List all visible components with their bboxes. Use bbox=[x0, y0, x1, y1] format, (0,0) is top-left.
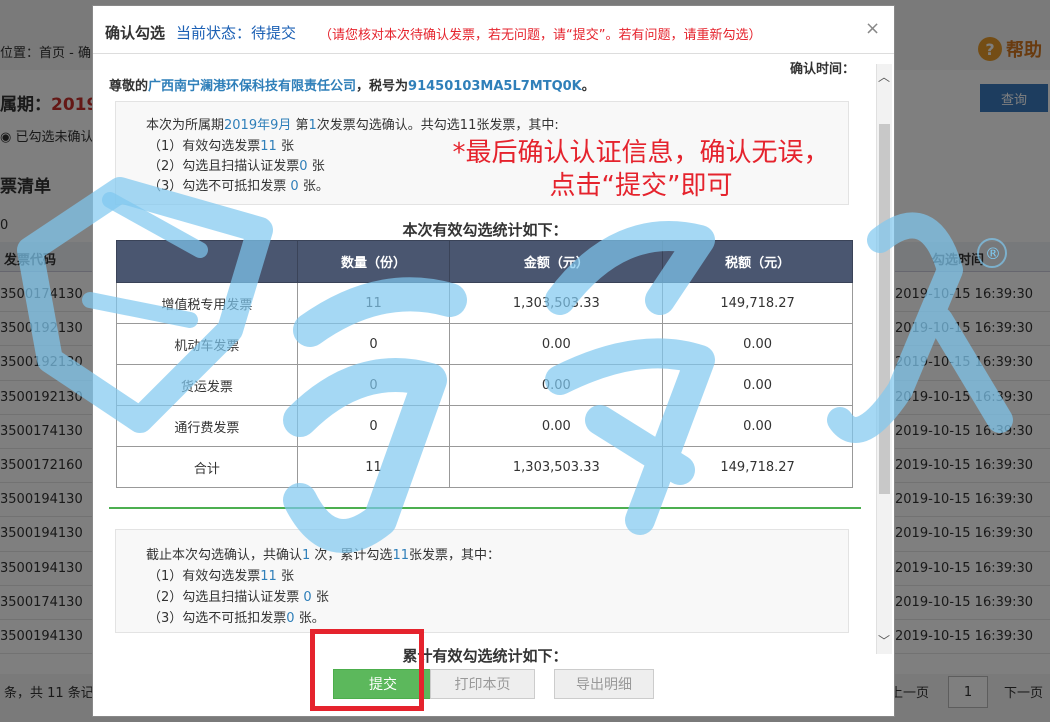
company-name: 广西南宁澜港环保科技有限责任公司 bbox=[148, 79, 357, 94]
dialog-header: 确认勾选 当前状态：待提交 （请您核对本次待确认发票，若无问题，请“提交”。若有… bbox=[93, 6, 894, 54]
text: （3）勾选不可抵扣发票 bbox=[148, 179, 291, 194]
dialog-hint: （请您核对本次待确认发票，若无问题，请“提交”。若有问题，请重新勾选） bbox=[319, 28, 762, 43]
text: （2）勾选且扫描认证发票 bbox=[148, 159, 300, 174]
table-row: 货运发票 0 0.00 0.00 bbox=[116, 364, 853, 406]
table-row: 合计 11 1,303,503.33 149,718.27 bbox=[116, 446, 853, 488]
table-cell: 0.00 bbox=[662, 405, 853, 447]
table-row: 机动车发票 0 0.00 0.00 bbox=[116, 323, 853, 365]
table-row: 增值税专用发票 11 1,303,503.33 149,718.27 bbox=[116, 282, 853, 324]
greeting-mid: ，税号为 bbox=[356, 79, 409, 94]
count: 1 bbox=[308, 118, 317, 133]
table-cell: 149,718.27 bbox=[662, 446, 853, 488]
count: 0 bbox=[303, 590, 312, 605]
cumulative-summary-box: 截止本次勾选确认，共确认1 次，累计勾选11张发票，其中： （1）有效勾选发票1… bbox=[115, 529, 849, 633]
export-button[interactable]: 导出明细 bbox=[554, 669, 654, 699]
dialog-body[interactable]: 确认时间： 尊敬的广西南宁澜港环保科技有限责任公司，税号为91450103MA5… bbox=[93, 55, 877, 665]
tax-number: 91450103MA5L7MTQ0K bbox=[408, 79, 582, 94]
current-item-2: （2）勾选且扫描认证发票0 张 bbox=[148, 155, 325, 174]
cumulative-item-2: （2）勾选且扫描认证发票 0 张 bbox=[148, 586, 329, 605]
cumulative-item-3: （3）勾选不可抵扣发票0 张。 bbox=[148, 607, 325, 626]
text: 本次为所属期 bbox=[146, 118, 225, 133]
text: 截止本次勾选确认，共确认 bbox=[146, 548, 303, 563]
summary-table-header: 数量（份） 金额（元） 税额（元） bbox=[116, 240, 853, 283]
text: 张 bbox=[311, 590, 329, 605]
highlight-box bbox=[310, 629, 424, 711]
text: 张。 bbox=[294, 611, 325, 626]
greeting-end: 。 bbox=[581, 79, 595, 94]
table-cell: 增值税专用发票 bbox=[116, 282, 298, 324]
table-row: 通行费发票 0 0.00 0.00 bbox=[116, 405, 853, 447]
text: （2）勾选且扫描认证发票 bbox=[148, 590, 304, 605]
count: 11 bbox=[392, 548, 409, 563]
text: （1）有效勾选发票 bbox=[148, 139, 261, 154]
current-summary-line: 本次为所属期2019年9月 第1次发票勾选确认。共勾选11张发票，其中: bbox=[146, 114, 559, 133]
text: 次发票勾选确认。共勾选11张发票，其中: bbox=[316, 118, 559, 133]
count: 11 bbox=[260, 139, 277, 154]
text: 张发票，其中： bbox=[408, 548, 500, 563]
text: （3）勾选不可抵扣发票 bbox=[148, 611, 287, 626]
table-cell: 11 bbox=[296, 446, 451, 488]
print-button[interactable]: 打印本页 bbox=[430, 669, 535, 699]
col-amount: 金额（元） bbox=[449, 240, 664, 283]
col-count: 数量（份） bbox=[296, 240, 451, 283]
table-cell: 0 bbox=[296, 405, 451, 447]
summary-title: 本次有效勾选统计如下： bbox=[402, 221, 568, 239]
table-cell: 0.00 bbox=[662, 364, 853, 406]
greeting-prefix: 尊敬的 bbox=[109, 79, 149, 94]
text: （1）有效勾选发票 bbox=[148, 569, 261, 584]
cumulative-title: 累计有效勾选统计如下： bbox=[402, 647, 568, 665]
dialog-scrollbar[interactable]: ︿ ﹀ bbox=[876, 64, 892, 654]
table-cell: 0.00 bbox=[449, 323, 664, 365]
close-icon[interactable]: × bbox=[865, 18, 880, 39]
table-cell: 合计 bbox=[116, 446, 298, 488]
text: 第 bbox=[291, 118, 309, 133]
current-item-1: （1）有效勾选发票11 张 bbox=[148, 135, 294, 154]
text: 张 bbox=[276, 569, 294, 584]
count: 0 bbox=[299, 159, 308, 174]
confirm-dialog: 确认勾选 当前状态：待提交 （请您核对本次待确认发票，若无问题，请“提交”。若有… bbox=[92, 5, 895, 717]
greeting: 尊敬的广西南宁澜港环保科技有限责任公司，税号为91450103MA5L7MTQ0… bbox=[109, 75, 595, 94]
text: 张 bbox=[276, 139, 294, 154]
col-type bbox=[116, 240, 298, 283]
table-cell: 通行费发票 bbox=[116, 405, 298, 447]
scrollbar-thumb[interactable] bbox=[879, 124, 890, 494]
count: 11 bbox=[260, 569, 277, 584]
table-cell: 11 bbox=[296, 282, 451, 324]
chevron-up-icon[interactable]: ︿ bbox=[878, 68, 890, 85]
table-cell: 货运发票 bbox=[116, 364, 298, 406]
table-cell: 1,303,503.33 bbox=[449, 282, 664, 324]
count: 0 bbox=[290, 179, 299, 194]
table-cell: 0 bbox=[296, 323, 451, 365]
annotation-text: *最后确认认证信息，确认无误，点击“提交”即可 bbox=[452, 138, 830, 201]
count: 0 bbox=[286, 611, 295, 626]
summary-table: 数量（份） 金额（元） 税额（元） 增值税专用发票 11 1,303,503.33 1… bbox=[116, 240, 853, 488]
col-tax: 税额（元） bbox=[662, 240, 853, 283]
text: 次，累计勾选 bbox=[310, 548, 393, 563]
text: 张。 bbox=[298, 179, 329, 194]
period: 2019年9月 bbox=[224, 118, 292, 133]
table-cell: 机动车发票 bbox=[116, 323, 298, 365]
table-cell: 0.00 bbox=[449, 405, 664, 447]
table-cell: 1,303,503.33 bbox=[449, 446, 664, 488]
divider bbox=[109, 507, 861, 509]
confirm-time-label: 确认时间： bbox=[790, 62, 856, 77]
chevron-down-icon[interactable]: ﹀ bbox=[878, 632, 890, 649]
text: 张 bbox=[307, 159, 325, 174]
dialog-footer: 提交 打印本页 导出明细 bbox=[93, 665, 894, 716]
current-item-3: （3）勾选不可抵扣发票 0 张。 bbox=[148, 175, 329, 194]
cumulative-summary-line: 截止本次勾选确认，共确认1 次，累计勾选11张发票，其中： bbox=[146, 544, 500, 563]
table-cell: 0 bbox=[296, 364, 451, 406]
dialog-title: 确认勾选 bbox=[105, 24, 166, 42]
dialog-state: 当前状态：待提交 bbox=[176, 24, 297, 42]
table-cell: 149,718.27 bbox=[662, 282, 853, 324]
cumulative-item-1: （1）有效勾选发票11 张 bbox=[148, 565, 294, 584]
table-cell: 0.00 bbox=[662, 323, 853, 365]
table-cell: 0.00 bbox=[449, 364, 664, 406]
